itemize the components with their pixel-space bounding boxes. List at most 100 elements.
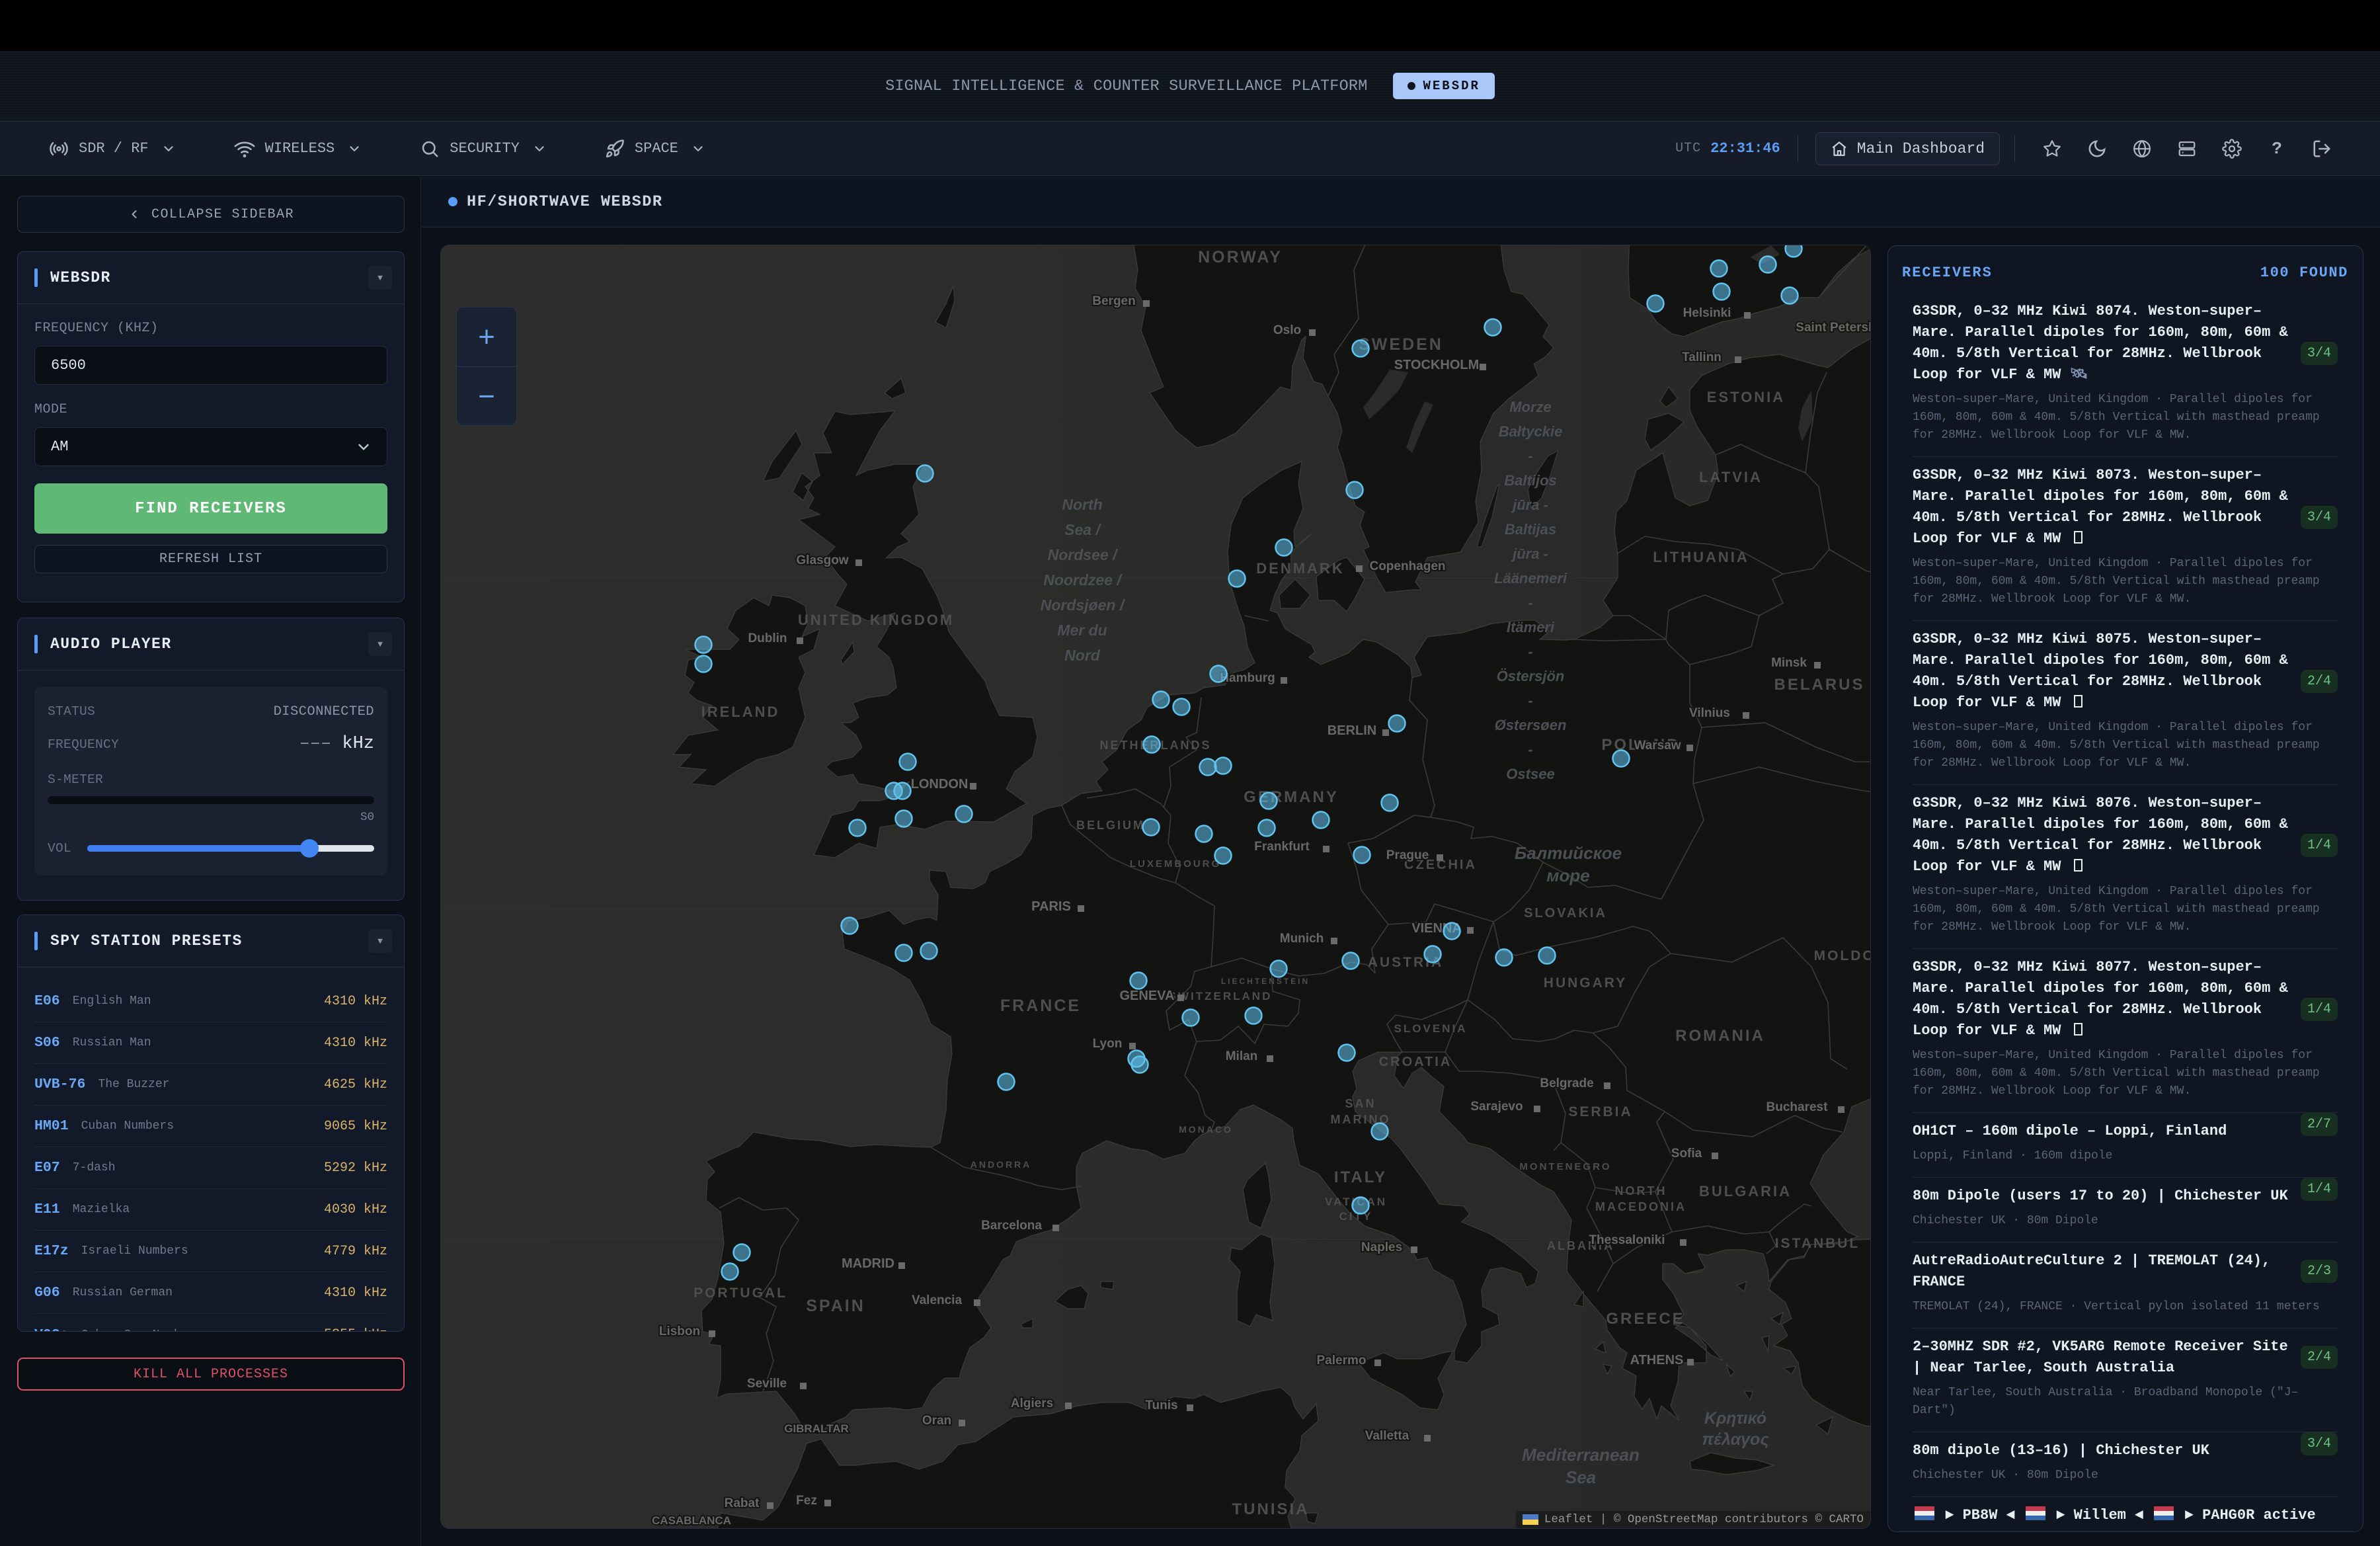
svg-text:Belgrade: Belgrade — [1540, 1077, 1593, 1090]
svg-text:Munich: Munich — [1280, 932, 1324, 946]
svg-text:GIBRALTAR: GIBRALTAR — [784, 1422, 849, 1435]
svg-text:GERMANY: GERMANY — [1244, 788, 1339, 806]
svg-text:-: - — [1528, 741, 1532, 758]
svg-text:Tallinn: Tallinn — [1682, 350, 1722, 364]
svg-text:Κρητικό: Κρητικό — [1704, 1409, 1766, 1428]
svg-text:NORTH: NORTH — [1615, 1184, 1667, 1198]
svg-text:jūra -: jūra - — [1511, 497, 1548, 513]
svg-text:Baltijos: Baltijos — [1504, 472, 1556, 489]
svg-text:LATVIA: LATVIA — [1699, 469, 1763, 485]
svg-text:Sofia: Sofia — [1671, 1147, 1702, 1160]
svg-text:Fez: Fez — [796, 1494, 817, 1508]
svg-text:North: North — [1062, 496, 1102, 513]
svg-text:jūra -: jūra - — [1511, 546, 1548, 562]
svg-text:SLOVENIA: SLOVENIA — [1394, 1022, 1468, 1035]
svg-text:FRANCE: FRANCE — [1000, 997, 1081, 1015]
svg-text:Nordsee /: Nordsee / — [1048, 546, 1119, 563]
svg-text:Sea /: Sea / — [1064, 521, 1101, 538]
svg-text:SPAIN: SPAIN — [806, 1297, 865, 1315]
svg-text:NORWAY: NORWAY — [1198, 248, 1283, 266]
svg-text:GENEVA: GENEVA — [1120, 989, 1175, 1003]
svg-text:BELGIUM: BELGIUM — [1076, 819, 1145, 832]
svg-text:TUNISIA: TUNISIA — [1232, 1500, 1310, 1518]
svg-text:SAN: SAN — [1345, 1097, 1376, 1110]
svg-text:LITHUANIA: LITHUANIA — [1653, 549, 1749, 565]
svg-text:BERLIN: BERLIN — [1328, 723, 1376, 738]
svg-text:SWITZERLAND: SWITZERLAND — [1169, 990, 1273, 1002]
svg-text:LUXEMBOURG: LUXEMBOURG — [1130, 858, 1221, 870]
svg-text:Oslo: Oslo — [1273, 323, 1301, 337]
svg-text:Lyon: Lyon — [1093, 1037, 1123, 1051]
svg-text:Nordsjøen /: Nordsjøen / — [1041, 596, 1126, 614]
svg-text:Valencia: Valencia — [912, 1293, 962, 1307]
svg-text:Bergen: Bergen — [1092, 294, 1135, 308]
svg-text:Seville: Seville — [747, 1377, 787, 1391]
svg-text:BULGARIA: BULGARIA — [1699, 1183, 1792, 1200]
svg-text:Barcelona: Barcelona — [981, 1219, 1042, 1233]
svg-text:-: - — [1528, 448, 1532, 464]
svg-text:Copenhagen: Copenhagen — [1369, 559, 1445, 573]
svg-text:πέλαγος: πέλαγος — [1702, 1430, 1769, 1449]
svg-text:MOLDOVA: MOLDOVA — [1814, 948, 1871, 963]
svg-text:Valletta: Valletta — [1365, 1429, 1409, 1443]
svg-text:CASABLANCA: CASABLANCA — [652, 1514, 731, 1527]
svg-text:LONDON: LONDON — [911, 777, 969, 792]
svg-text:ESTONIA: ESTONIA — [1707, 389, 1785, 405]
svg-text:STOCKHOLM: STOCKHOLM — [1394, 358, 1480, 372]
svg-text:Vilnius: Vilnius — [1689, 706, 1730, 720]
svg-text:Tunis: Tunis — [1145, 1399, 1177, 1412]
svg-text:Mediterranean: Mediterranean — [1522, 1445, 1640, 1465]
svg-text:Naples: Naples — [1361, 1241, 1402, 1254]
svg-text:SERBIA: SERBIA — [1568, 1104, 1632, 1119]
svg-text:UNITED KINGDOM: UNITED KINGDOM — [798, 612, 954, 628]
svg-text:MACEDONIA: MACEDONIA — [1595, 1200, 1686, 1213]
svg-text:Bałtyckie: Bałtyckie — [1499, 423, 1563, 440]
svg-text:-: - — [1528, 692, 1532, 709]
svg-text:Rabat: Rabat — [725, 1496, 760, 1510]
svg-text:Palermo: Palermo — [1317, 1354, 1367, 1367]
svg-text:SLOVAKIA: SLOVAKIA — [1524, 906, 1607, 920]
svg-text:море: море — [1546, 866, 1589, 885]
svg-text:Dublin: Dublin — [748, 631, 787, 645]
svg-text:Minsk: Minsk — [1771, 656, 1807, 670]
svg-text:Балтийское: Балтийское — [1515, 843, 1622, 863]
svg-text:Noordzee /: Noordzee / — [1043, 571, 1123, 589]
svg-text:Bucharest: Bucharest — [1766, 1100, 1829, 1114]
svg-text:CROATIA: CROATIA — [1379, 1055, 1452, 1069]
svg-text:Sea: Sea — [1566, 1467, 1596, 1487]
svg-text:Läänemeri: Läänemeri — [1494, 570, 1567, 587]
svg-text:Thessaloniki: Thessaloniki — [1589, 1233, 1665, 1247]
svg-text:SWEDEN: SWEDEN — [1359, 335, 1443, 354]
svg-text:Helsinki: Helsinki — [1683, 306, 1731, 320]
svg-text:-: - — [1528, 594, 1532, 611]
svg-text:Itämeri: Itämeri — [1507, 619, 1555, 635]
svg-text:Milan: Milan — [1226, 1049, 1258, 1063]
svg-text:Mer du: Mer du — [1057, 622, 1107, 639]
svg-text:Baltijas: Baltijas — [1505, 521, 1556, 538]
svg-text:Morze: Morze — [1509, 399, 1552, 415]
svg-text:PORTUGAL: PORTUGAL — [694, 1285, 787, 1301]
svg-text:Østersøen: Østersøen — [1495, 717, 1567, 733]
svg-text:ATHENS: ATHENS — [1630, 1353, 1684, 1367]
svg-text:-: - — [1528, 643, 1532, 660]
svg-text:MONACO: MONACO — [1179, 1124, 1233, 1135]
svg-text:MONTENEGRO: MONTENEGRO — [1519, 1161, 1611, 1172]
svg-text:Nord: Nord — [1064, 647, 1101, 664]
svg-text:Sarajevo: Sarajevo — [1470, 1100, 1523, 1114]
svg-text:Warsaw: Warsaw — [1634, 739, 1681, 753]
svg-text:MADRID: MADRID — [842, 1256, 894, 1271]
svg-text:IRELAND: IRELAND — [701, 704, 780, 720]
svg-text:Glasgow: Glasgow — [796, 553, 848, 567]
svg-text:ITALY: ITALY — [1334, 1168, 1387, 1186]
svg-text:HUNGARY: HUNGARY — [1544, 975, 1627, 991]
svg-text:LIECHTENSTEIN: LIECHTENSTEIN — [1221, 977, 1310, 986]
svg-text:Prague: Prague — [1386, 848, 1429, 862]
svg-text:ROMANIA: ROMANIA — [1675, 1027, 1765, 1045]
svg-text:Oran: Oran — [922, 1414, 951, 1428]
svg-text:Ostsee: Ostsee — [1506, 766, 1554, 782]
svg-text:PARIS: PARIS — [1031, 899, 1071, 914]
svg-text:ISTANBUL: ISTANBUL — [1775, 1236, 1860, 1251]
svg-text:BELARUS: BELARUS — [1774, 676, 1864, 694]
svg-text:Hamburg: Hamburg — [1220, 671, 1275, 685]
svg-text:GREECE: GREECE — [1606, 1310, 1685, 1328]
